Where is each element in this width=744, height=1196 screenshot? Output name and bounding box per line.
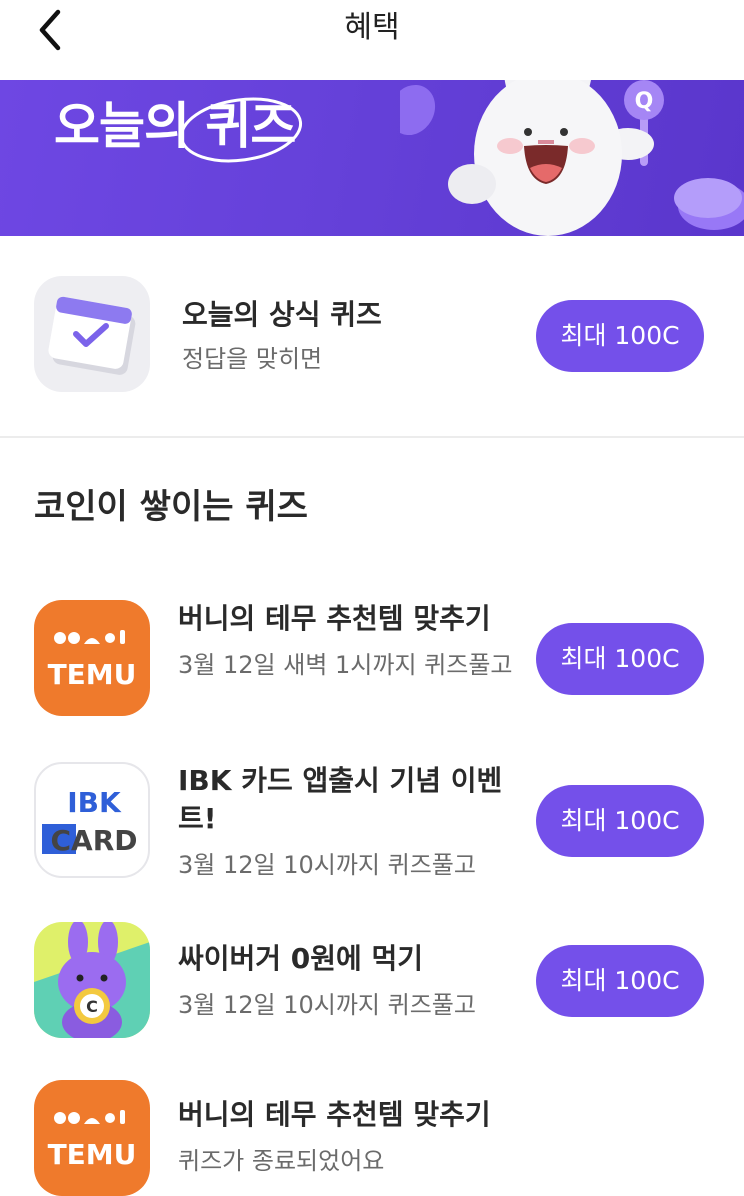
quiz-title: 버니의 테무 추천템 맞추기 [178,602,491,635]
highlight-ellipse-icon [179,97,303,163]
quiz-title-line1: IBK 카드 앱출시 기념 이벤 [178,764,503,797]
calendar-check-icon [34,276,150,392]
quiz-reward-button[interactable]: 최대 100C [536,785,704,857]
daily-quiz-title: 오늘의 상식 퀴즈 [182,298,382,331]
bunny-mascot-illustration: Q [400,80,744,236]
quiz-title: 버니의 테무 추천템 맞추기 [178,1098,491,1131]
top-bar: 혜택 [0,0,744,80]
quiz-title: 싸이버거 0원에 먹기 [178,942,424,975]
bunny-coin-icon: C [34,922,150,1038]
quiz-subtitle: 3월 12일 새벽 1시까지 퀴즈풀고 [178,651,513,679]
quiz-banner[interactable]: 오늘의 퀴즈 Q [0,80,744,236]
quiz-subtitle: 3월 12일 10시까지 퀴즈풀고 [178,991,476,1019]
quiz-subtitle: 3월 12일 10시까지 퀴즈풀고 [178,851,476,879]
svg-text:Q: Q [635,89,654,114]
ibk-card-logo-icon: IBK CARD [34,762,150,878]
quiz-reward-button[interactable]: 최대 100C [536,623,704,695]
quiz-reward-button[interactable]: 최대 100C [536,945,704,1017]
svg-text:TEMU: TEMU [48,658,137,691]
quiz-title-line2: 트! [178,802,217,835]
svg-text:C: C [86,997,98,1016]
daily-quiz-subtitle: 정답을 맞히면 [182,345,323,373]
svg-text:TEMU: TEMU [48,1138,137,1171]
page-title: 혜택 [344,10,400,45]
quiz-subtitle: 퀴즈가 종료되었어요 [178,1147,385,1175]
svg-text:IBK: IBK [67,786,122,819]
temu-logo-icon: TEMU [34,1080,150,1196]
temu-logo-icon: TEMU [34,600,150,716]
svg-text:CARD: CARD [50,824,137,857]
section-title: 코인이 쌓이는 퀴즈 [34,487,308,527]
section-divider [0,436,744,438]
daily-quiz-row[interactable]: 오늘의 상식 퀴즈 정답을 맞히면 최대 100C [0,236,744,438]
daily-quiz-reward-button[interactable]: 최대 100C [536,300,704,372]
